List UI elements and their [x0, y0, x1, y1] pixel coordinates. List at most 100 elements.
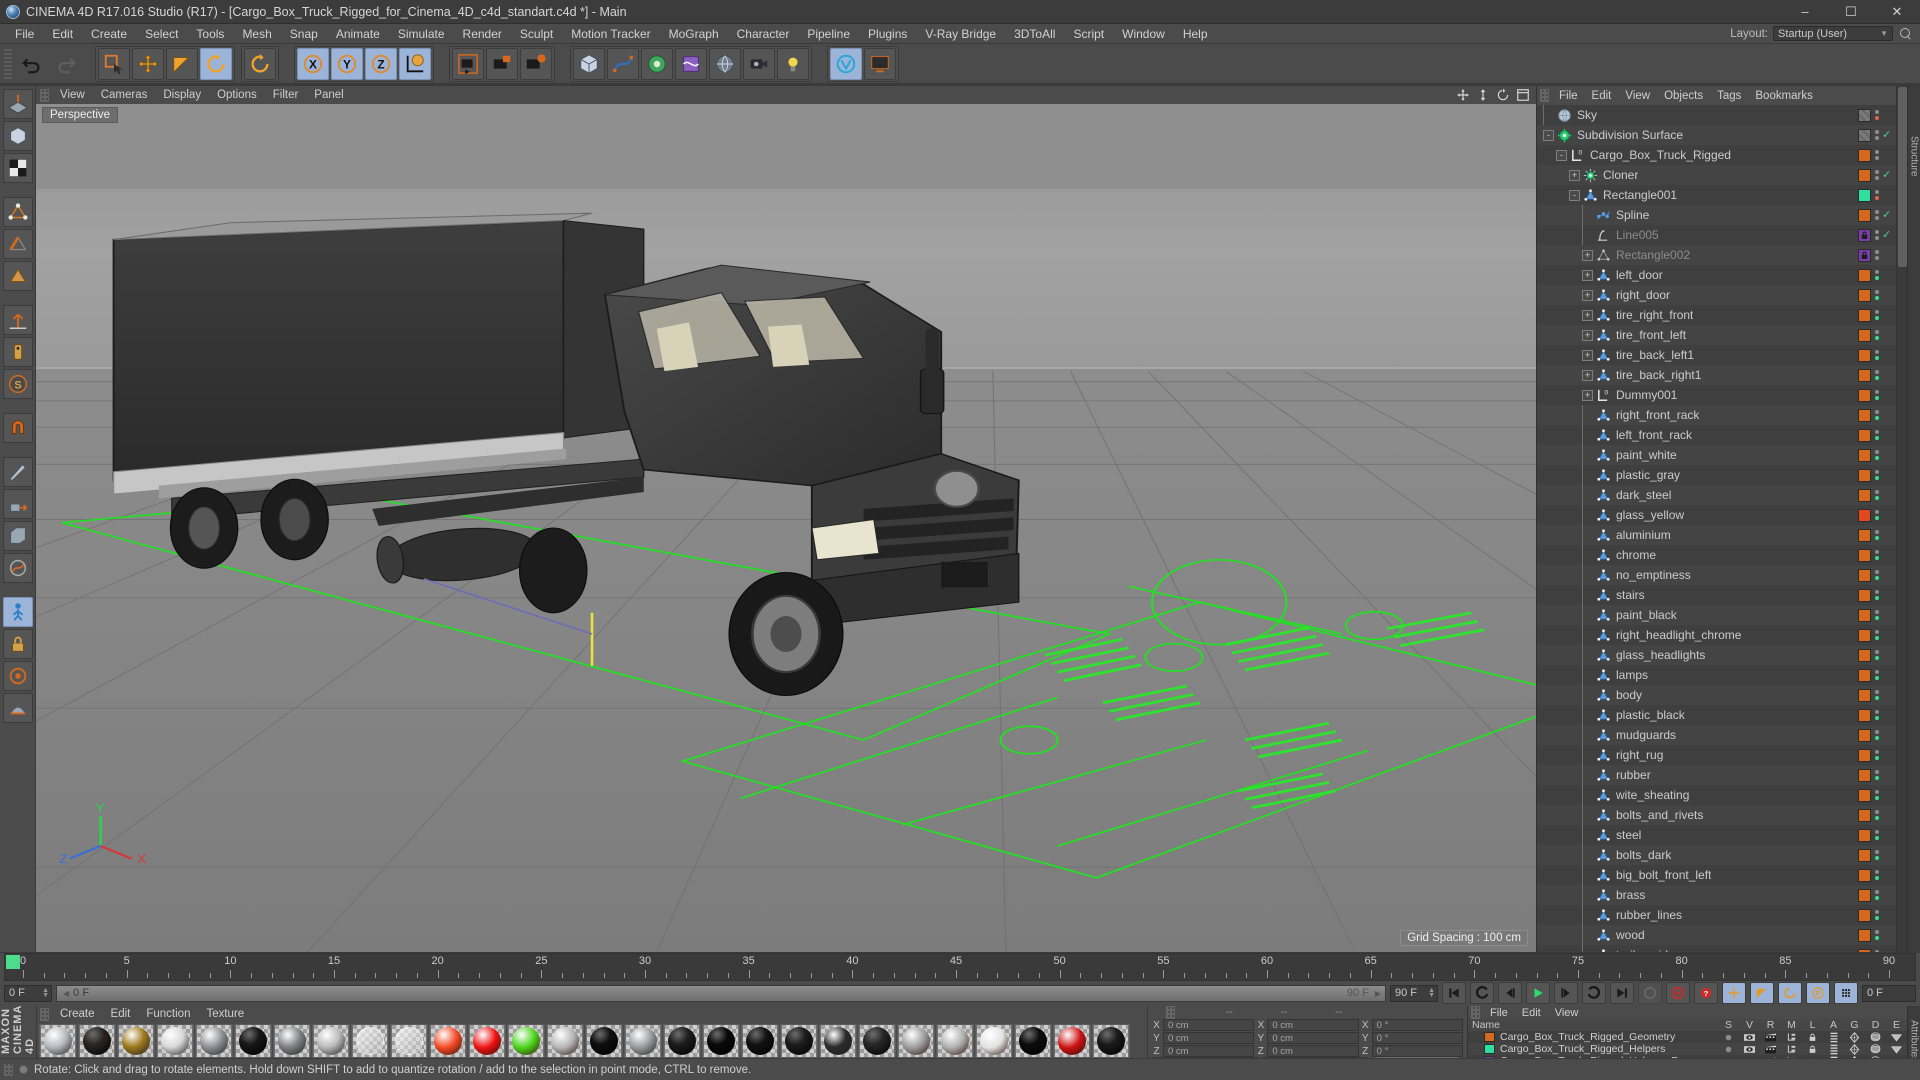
tree-expand-toggle[interactable]: +	[1582, 369, 1593, 381]
visibility-dots[interactable]	[1873, 630, 1880, 640]
tree-expand-toggle[interactable]: +	[1582, 249, 1593, 261]
object-tree-row[interactable]: left_front_rack	[1537, 425, 1896, 445]
material-tag-icon[interactable]	[1858, 308, 1871, 322]
visibility-dots[interactable]	[1873, 130, 1880, 140]
menu-item-animate[interactable]: Animate	[327, 24, 389, 44]
material-tag-icon[interactable]	[1858, 448, 1871, 462]
material-tag-icon[interactable]	[1858, 768, 1871, 782]
object-tags[interactable]	[1858, 568, 1892, 582]
material-tag-icon[interactable]	[1858, 268, 1871, 282]
object-tags[interactable]	[1858, 588, 1892, 602]
axis-mode-icon[interactable]	[2, 305, 33, 335]
object-name-label[interactable]: mudguards	[1616, 728, 1676, 742]
visibility-dots[interactable]	[1873, 690, 1880, 700]
object-name-label[interactable]: Cargo_Box_Truck_Rigged	[1590, 148, 1731, 162]
add-generator-button[interactable]	[641, 47, 673, 80]
layout-dropdown[interactable]: Startup (User) ▼	[1773, 26, 1893, 41]
material-cell[interactable]: glass	[468, 1024, 506, 1058]
material-tag-icon[interactable]	[1858, 108, 1871, 122]
layer-toggle-lock-icon[interactable]	[1802, 1032, 1823, 1043]
object-tree-row[interactable]: + tire_front_left	[1537, 325, 1896, 345]
object-tags[interactable]	[1858, 408, 1892, 422]
coord-size-input[interactable]: 0 cm	[1267, 1019, 1359, 1031]
tree-expand-toggle[interactable]: -	[1556, 149, 1567, 161]
object-tree-row[interactable]: paint_white	[1537, 445, 1896, 465]
object-tree-row[interactable]: steel	[1537, 825, 1896, 845]
visibility-dots[interactable]	[1873, 930, 1880, 940]
minimize-button[interactable]: –	[1782, 0, 1828, 24]
layer-menu-file[interactable]: File	[1483, 1007, 1515, 1019]
material-tag-icon[interactable]	[1858, 228, 1871, 242]
material-tag-icon[interactable]	[1858, 688, 1871, 702]
tree-expand-toggle[interactable]: +	[1582, 329, 1593, 341]
viewport-menu-cameras[interactable]: Cameras	[93, 89, 156, 101]
visibility-dots[interactable]	[1873, 550, 1880, 560]
scale-tool[interactable]	[166, 47, 198, 80]
object-tree-row[interactable]: trailer_sides	[1537, 945, 1896, 952]
visibility-dots[interactable]	[1873, 150, 1880, 160]
polygons-mode-icon[interactable]	[2, 261, 33, 291]
menu-item-tools[interactable]: Tools	[187, 24, 233, 44]
material-tag-icon[interactable]	[1858, 388, 1871, 402]
material-tag-icon[interactable]	[1858, 548, 1871, 562]
object-name-label[interactable]: glass_headlights	[1616, 648, 1705, 662]
tree-expand-toggle[interactable]: +	[1569, 169, 1580, 181]
object-tags[interactable]	[1858, 388, 1892, 402]
coord-rotation-input[interactable]: 0 °	[1371, 1032, 1463, 1044]
layer-toggle-deformer-icon[interactable]	[1865, 1043, 1886, 1055]
object-tree-row[interactable]: wite_sheating	[1537, 785, 1896, 805]
object-tree-row[interactable]: + Rectangle002	[1537, 245, 1896, 265]
character-tool-icon[interactable]	[2, 597, 33, 627]
menu-item-create[interactable]: Create	[82, 24, 136, 44]
mat-menu-function[interactable]: Function	[138, 1008, 198, 1020]
object-tree[interactable]: Sky - Subdivision Surface ✓ -0 Cargo_Box_Truc…	[1537, 105, 1896, 952]
object-tree-row[interactable]: lamps	[1537, 665, 1896, 685]
tree-expand-toggle[interactable]: +	[1582, 289, 1593, 301]
viewport-menu-view[interactable]: View	[52, 89, 93, 101]
material-tag-icon[interactable]	[1858, 708, 1871, 722]
layer-toggle-visible-icon[interactable]	[1739, 1044, 1760, 1055]
object-tags[interactable]	[1858, 868, 1892, 882]
material-tag-icon[interactable]	[1858, 848, 1871, 862]
layer-toggle-generator-icon[interactable]	[1844, 1031, 1865, 1043]
object-name-label[interactable]: Subdivision Surface	[1577, 128, 1683, 142]
layer-toggle-solo-icon[interactable]	[1718, 1044, 1739, 1055]
menu-item-vray-bridge[interactable]: V-Ray Bridge	[916, 24, 1005, 44]
mat-menu-create[interactable]: Create	[52, 1008, 103, 1020]
material-grid[interactable]: allumback_brasschromchromdark_gasogategl…	[37, 1022, 1147, 1058]
orbit-icon[interactable]	[1496, 88, 1510, 102]
perspective-viewport[interactable]: Y X Z Perspective Grid Spacing : 100 cm	[36, 104, 1536, 952]
material-cell[interactable]: paint	[741, 1024, 779, 1058]
viewport-menu-filter[interactable]: Filter	[265, 89, 307, 101]
object-tags[interactable]	[1858, 528, 1892, 542]
object-tags[interactable]: ✓	[1858, 228, 1892, 242]
material-tag-icon[interactable]	[1858, 908, 1871, 922]
object-name-label[interactable]: tire_back_right1	[1616, 368, 1701, 382]
object-tree-row[interactable]: - 0 Cargo_Box_Truck_Rigged	[1537, 145, 1896, 165]
visibility-dots[interactable]	[1873, 330, 1880, 340]
object-tree-row[interactable]: chrome	[1537, 545, 1896, 565]
object-name-label[interactable]: paint_black	[1616, 608, 1677, 622]
tree-expand-toggle[interactable]: -	[1569, 189, 1580, 201]
material-cell[interactable]: plast	[858, 1024, 896, 1058]
object-tags[interactable]	[1858, 108, 1892, 122]
check-icon[interactable]: ✓	[1882, 130, 1892, 141]
object-name-label[interactable]: right_headlight_chrome	[1616, 628, 1741, 642]
edges-mode-icon[interactable]	[2, 229, 33, 259]
object-tree-row[interactable]: + tire_back_left1	[1537, 345, 1896, 365]
layer-toggle-animation-icon[interactable]	[1823, 1044, 1844, 1055]
range-end-field[interactable]: 90 F ▲ ▼	[1390, 984, 1438, 1002]
visibility-dots[interactable]	[1873, 450, 1880, 460]
tree-expand-toggle[interactable]: -	[1543, 129, 1554, 141]
object-name-label[interactable]: Rectangle001	[1603, 188, 1677, 202]
object-name-label[interactable]: Line005	[1616, 228, 1659, 242]
coord-position-input[interactable]: 0 cm	[1163, 1045, 1255, 1057]
mat-menu-texture[interactable]: Texture	[198, 1008, 252, 1020]
visibility-dots[interactable]	[1873, 790, 1880, 800]
visibility-dots[interactable]	[1873, 470, 1880, 480]
coordinate-row[interactable]: Y0 cm Y 0 cm Y 0 °	[1152, 1032, 1463, 1044]
object-tree-row[interactable]: paint_black	[1537, 605, 1896, 625]
layer-toggle-manager-icon[interactable]	[1781, 1032, 1802, 1043]
coordinates-rows[interactable]: X0 cm X 0 cm X 0 ° Y 0 cm Y 0 cm Y 0 ° Z 0 cm Z 0 cm Z 0…	[1148, 1019, 1467, 1057]
key-scale-button[interactable]	[1750, 982, 1774, 1004]
